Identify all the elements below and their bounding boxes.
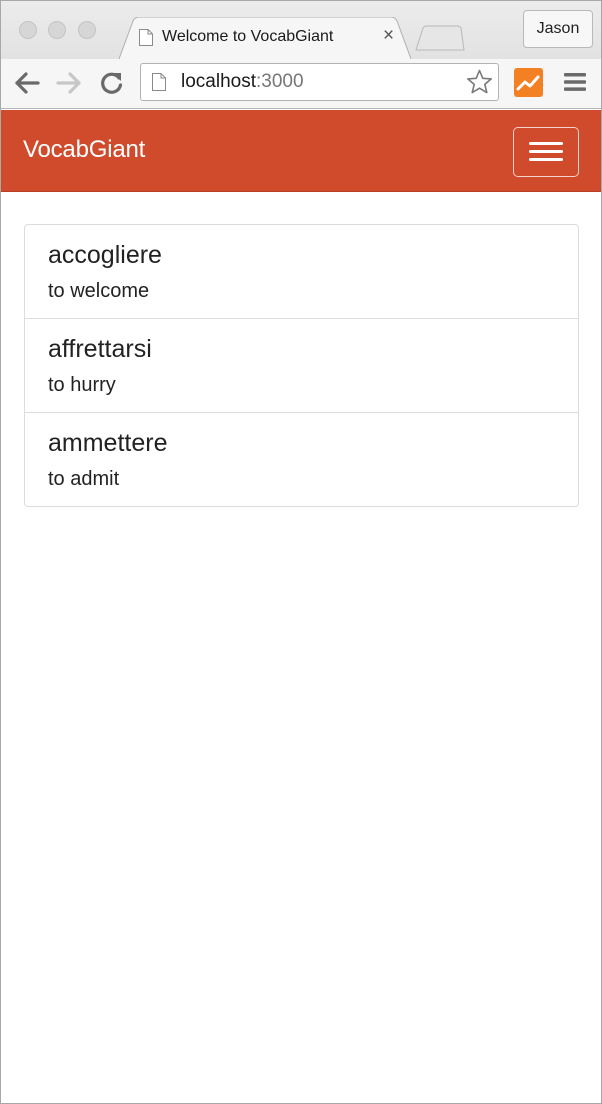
zoom-window-button[interactable] (78, 21, 96, 39)
close-tab-icon[interactable]: × (383, 26, 394, 46)
url-host: localhost (181, 71, 256, 92)
word-term: accogliere (48, 241, 162, 269)
analytics-extension-icon[interactable] (514, 68, 543, 97)
minimize-window-button[interactable] (48, 21, 66, 39)
app-navbar: VocabGiant (1, 110, 601, 192)
close-window-button[interactable] (19, 21, 37, 39)
address-bar[interactable]: localhost:3000 (140, 63, 499, 101)
profile-button[interactable]: Jason (523, 10, 593, 48)
url-port: :3000 (256, 71, 304, 92)
arrow-right-icon[interactable] (55, 70, 83, 96)
list-item[interactable]: affrettarsi to hurry (25, 319, 578, 413)
page-icon (139, 29, 153, 46)
list-item[interactable]: ammettere to admit (25, 413, 578, 506)
list-item[interactable]: accogliere to welcome (25, 225, 578, 319)
tab-title: Welcome to VocabGiant (162, 28, 334, 45)
title-bar: Welcome to VocabGiant × Jason (1, 1, 601, 59)
url-text: localhost:3000 (181, 71, 304, 93)
word-list: accogliere to welcome affrettarsi to hur… (24, 224, 579, 507)
reload-icon[interactable] (98, 70, 126, 96)
new-tab-button[interactable] (415, 25, 465, 51)
hamburger-menu-icon[interactable] (564, 72, 586, 92)
arrow-left-icon[interactable] (13, 70, 41, 96)
word-term: ammettere (48, 429, 168, 457)
hamburger-bar-icon (529, 150, 563, 153)
hamburger-bar-icon (529, 158, 563, 161)
star-icon[interactable] (466, 69, 493, 95)
word-definition: to hurry (48, 374, 116, 396)
word-definition: to admit (48, 468, 120, 490)
page-icon (152, 73, 166, 91)
navbar-toggle-button[interactable] (513, 127, 579, 177)
word-definition: to welcome (48, 280, 150, 302)
browser-toolbar: localhost:3000 (1, 59, 601, 109)
browser-window: Welcome to VocabGiant × Jason localhost: (0, 0, 602, 1104)
tab-active[interactable]: Welcome to VocabGiant × (119, 17, 411, 59)
hamburger-bar-icon (529, 142, 563, 145)
brand-link[interactable]: VocabGiant (23, 136, 145, 164)
word-term: affrettarsi (48, 335, 152, 363)
chart-line-icon (516, 75, 540, 91)
